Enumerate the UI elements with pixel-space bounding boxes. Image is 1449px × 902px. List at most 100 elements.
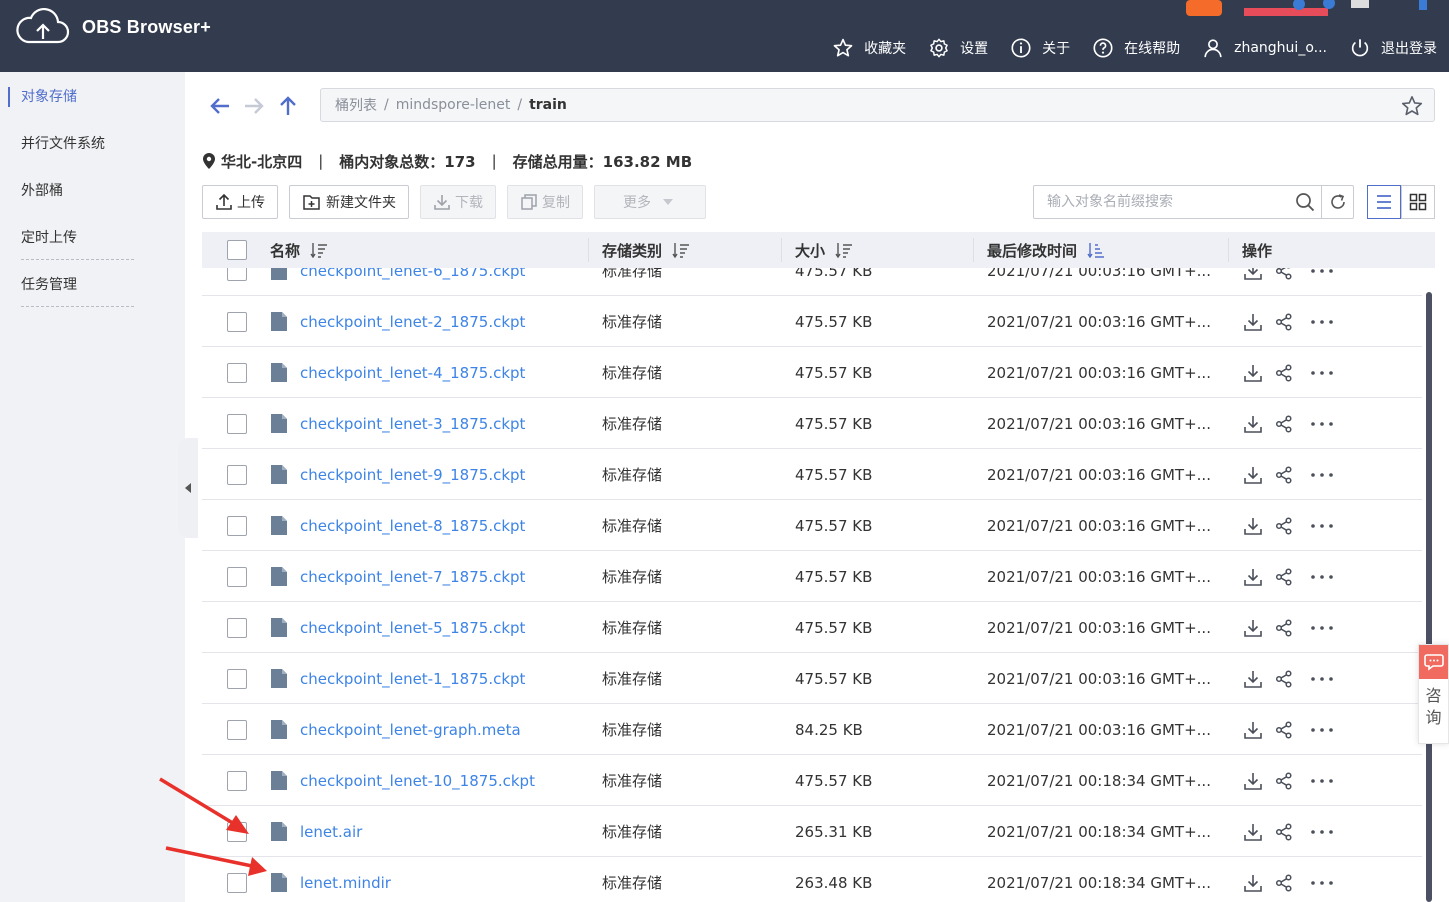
row-checkbox[interactable] xyxy=(227,872,247,893)
row-download-button[interactable] xyxy=(1242,413,1264,435)
row-more-button[interactable] xyxy=(1308,515,1336,537)
row-download-button[interactable] xyxy=(1242,872,1264,894)
row-share-button[interactable] xyxy=(1273,566,1295,588)
file-name-link[interactable]: checkpoint_lenet-2_1875.ckpt xyxy=(300,313,525,331)
favorite-path-button[interactable] xyxy=(1400,94,1424,122)
refresh-button[interactable] xyxy=(1321,186,1353,218)
column-header-size[interactable]: 大小 xyxy=(795,232,853,268)
table-row[interactable]: checkpoint_lenet-6_1875.ckpt 标准存储 475.57 K… xyxy=(202,268,1422,296)
search-button[interactable] xyxy=(1289,186,1321,218)
row-share-button[interactable] xyxy=(1273,617,1295,639)
row-more-button[interactable] xyxy=(1308,362,1336,384)
file-name-link[interactable]: checkpoint_lenet-5_1875.ckpt xyxy=(300,619,525,637)
consult-widget[interactable]: 咨询 xyxy=(1418,644,1449,744)
row-checkbox[interactable] xyxy=(227,668,247,689)
row-download-button[interactable] xyxy=(1242,362,1264,384)
row-download-button[interactable] xyxy=(1242,515,1264,537)
row-download-button[interactable] xyxy=(1242,770,1264,792)
row-more-button[interactable] xyxy=(1308,617,1336,639)
row-share-button[interactable] xyxy=(1273,311,1295,333)
row-share-button[interactable] xyxy=(1273,268,1295,282)
table-row[interactable]: checkpoint_lenet-3_1875.ckpt 标准存储 475.57 K… xyxy=(202,398,1422,449)
sidebar-collapse-handle[interactable] xyxy=(178,438,198,538)
row-checkbox[interactable] xyxy=(227,515,247,536)
file-name-link[interactable]: checkpoint_lenet-4_1875.ckpt xyxy=(300,364,525,382)
about-button[interactable]: 关于 xyxy=(1010,37,1070,59)
row-download-button[interactable] xyxy=(1242,821,1264,843)
row-download-button[interactable] xyxy=(1242,668,1264,690)
row-checkbox[interactable] xyxy=(227,362,247,383)
file-name-link[interactable]: checkpoint_lenet-3_1875.ckpt xyxy=(300,415,525,433)
sidebar-item-object-storage[interactable]: 对象存储 xyxy=(21,84,134,110)
logout-button[interactable]: 退出登录 xyxy=(1349,37,1437,59)
table-row[interactable]: lenet.air 标准存储 265.31 KB 2021/07/21 00:18:3… xyxy=(202,806,1422,857)
row-checkbox[interactable] xyxy=(227,719,247,740)
row-download-button[interactable] xyxy=(1242,268,1264,282)
select-all-checkbox[interactable] xyxy=(227,240,247,260)
list-view-button[interactable] xyxy=(1367,185,1401,219)
sidebar-item-parallel-fs[interactable]: 并行文件系统 xyxy=(21,131,134,157)
grid-view-button[interactable] xyxy=(1401,185,1435,219)
row-share-button[interactable] xyxy=(1273,668,1295,690)
row-more-button[interactable] xyxy=(1308,566,1336,588)
row-more-button[interactable] xyxy=(1308,268,1336,282)
row-share-button[interactable] xyxy=(1273,413,1295,435)
row-download-button[interactable] xyxy=(1242,566,1264,588)
column-header-name[interactable]: 名称 xyxy=(270,232,328,268)
breadcrumb-bucket[interactable]: mindspore-lenet xyxy=(396,97,511,113)
table-row[interactable]: checkpoint_lenet-10_1875.ckpt 标准存储 475.57 … xyxy=(202,755,1422,806)
row-checkbox[interactable] xyxy=(227,617,247,638)
row-more-button[interactable] xyxy=(1308,719,1336,741)
row-more-button[interactable] xyxy=(1308,464,1336,486)
column-header-modified[interactable]: 最后修改时间 xyxy=(987,232,1105,268)
sort-icon[interactable] xyxy=(672,242,690,258)
copy-button[interactable]: 复制 xyxy=(507,185,583,219)
file-name-link[interactable]: checkpoint_lenet-6_1875.ckpt xyxy=(300,268,525,280)
row-share-button[interactable] xyxy=(1273,464,1295,486)
file-name-link[interactable]: checkpoint_lenet-8_1875.ckpt xyxy=(300,517,525,535)
row-download-button[interactable] xyxy=(1242,311,1264,333)
table-row[interactable]: checkpoint_lenet-1_1875.ckpt 标准存储 475.57 K… xyxy=(202,653,1422,704)
row-more-button[interactable] xyxy=(1308,668,1336,690)
table-row[interactable]: checkpoint_lenet-2_1875.ckpt 标准存储 475.57 K… xyxy=(202,296,1422,347)
forward-button[interactable] xyxy=(240,92,268,120)
upload-button[interactable]: 上传 xyxy=(202,185,278,219)
file-name-link[interactable]: checkpoint_lenet-1_1875.ckpt xyxy=(300,670,525,688)
row-share-button[interactable] xyxy=(1273,515,1295,537)
file-name-link[interactable]: checkpoint_lenet-10_1875.ckpt xyxy=(300,772,535,790)
row-share-button[interactable] xyxy=(1273,821,1295,843)
sort-icon[interactable] xyxy=(310,242,328,258)
file-name-link[interactable]: checkpoint_lenet-7_1875.ckpt xyxy=(300,568,525,586)
row-share-button[interactable] xyxy=(1273,362,1295,384)
row-more-button[interactable] xyxy=(1308,413,1336,435)
file-name-link[interactable]: checkpoint_lenet-9_1875.ckpt xyxy=(300,466,525,484)
table-row[interactable]: checkpoint_lenet-graph.meta 标准存储 84.25 KB 2… xyxy=(202,704,1422,755)
column-header-type[interactable]: 存储类别 xyxy=(602,232,690,268)
row-checkbox[interactable] xyxy=(227,268,247,281)
scrollbar-thumb[interactable] xyxy=(1426,292,1432,902)
sidebar-item-task-management[interactable]: 任务管理 xyxy=(21,272,134,307)
row-download-button[interactable] xyxy=(1242,464,1264,486)
scrollbar[interactable] xyxy=(1424,292,1434,902)
table-row[interactable]: checkpoint_lenet-8_1875.ckpt 标准存储 475.57 K… xyxy=(202,500,1422,551)
more-button[interactable]: 更多 xyxy=(594,185,706,219)
table-row[interactable]: checkpoint_lenet-4_1875.ckpt 标准存储 475.57 K… xyxy=(202,347,1422,398)
file-name-link[interactable]: lenet.mindir xyxy=(300,874,391,892)
table-row[interactable]: checkpoint_lenet-5_1875.ckpt 标准存储 475.57 K… xyxy=(202,602,1422,653)
row-checkbox[interactable] xyxy=(227,413,247,434)
row-share-button[interactable] xyxy=(1273,770,1295,792)
row-more-button[interactable] xyxy=(1308,872,1336,894)
favorites-button[interactable]: 收藏夹 xyxy=(832,37,906,59)
new-folder-button[interactable]: 新建文件夹 xyxy=(289,185,409,219)
row-checkbox[interactable] xyxy=(227,311,247,332)
row-checkbox[interactable] xyxy=(227,770,247,791)
row-download-button[interactable] xyxy=(1242,617,1264,639)
sort-active-icon[interactable] xyxy=(1087,242,1105,258)
online-help-button[interactable]: 在线帮助 xyxy=(1092,37,1180,59)
row-more-button[interactable] xyxy=(1308,311,1336,333)
row-checkbox[interactable] xyxy=(227,464,247,485)
file-name-link[interactable]: checkpoint_lenet-graph.meta xyxy=(300,721,521,739)
row-checkbox[interactable] xyxy=(227,821,247,842)
file-name-link[interactable]: lenet.air xyxy=(300,823,362,841)
user-account-button[interactable]: zhanghui_o... xyxy=(1202,37,1327,59)
